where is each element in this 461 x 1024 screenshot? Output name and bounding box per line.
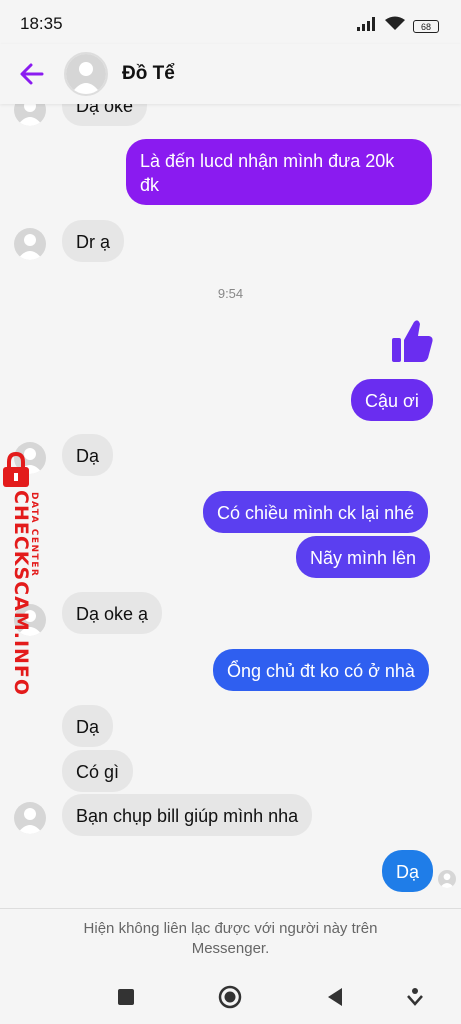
incoming-message[interactable]: Dr ạ bbox=[62, 220, 125, 262]
outgoing-message[interactable]: Cậu ơi bbox=[351, 379, 433, 421]
gesture-hint-icon[interactable] bbox=[402, 984, 428, 1010]
back-icon[interactable] bbox=[322, 984, 348, 1010]
message-text-line: Là đến lucd nhận mình đưa 20k bbox=[140, 151, 395, 171]
sender-avatar bbox=[14, 104, 46, 126]
chat-header: Đồ Tể bbox=[0, 44, 461, 104]
contact-avatar[interactable] bbox=[64, 52, 108, 96]
sender-avatar bbox=[14, 802, 46, 834]
status-icons: 68 bbox=[357, 16, 439, 36]
incoming-message[interactable]: Có gì bbox=[62, 750, 134, 792]
outgoing-message[interactable]: Là đến lucd nhận mình đưa 20k đk bbox=[126, 139, 432, 205]
back-arrow-icon[interactable] bbox=[18, 60, 46, 88]
thumbs-up-icon[interactable] bbox=[390, 318, 434, 369]
incoming-message[interactable]: Dạ bbox=[62, 434, 114, 476]
incoming-message[interactable]: Dạ bbox=[62, 705, 114, 747]
battery-icon: 68 bbox=[413, 19, 439, 33]
message-text: Dạ oke ạ bbox=[76, 604, 149, 624]
message-text-line: đk bbox=[140, 175, 160, 195]
outgoing-message[interactable]: Dạ bbox=[382, 850, 434, 892]
sender-avatar bbox=[14, 228, 46, 260]
message-text: Ổng chủ đt ko có ở nhà bbox=[227, 661, 415, 681]
message-text: Dạ oke bbox=[76, 104, 134, 116]
incoming-message[interactable]: Bạn chụp bill giúp mình nha bbox=[62, 794, 313, 836]
message-text: Dạ bbox=[76, 717, 100, 737]
wifi-icon bbox=[385, 16, 405, 36]
message-text: Dr ạ bbox=[76, 232, 111, 252]
status-bar: 18:35 68 bbox=[0, 0, 461, 44]
incoming-message[interactable]: Dạ oke bbox=[62, 104, 148, 126]
message-text: Có chiều mình ck lại nhé bbox=[217, 503, 415, 523]
incoming-message[interactable]: Dạ oke ạ bbox=[62, 592, 163, 634]
message-timestamp: 9:54 bbox=[217, 286, 244, 301]
lock-icon bbox=[2, 451, 30, 493]
recent-apps-icon[interactable] bbox=[113, 984, 139, 1010]
unavailable-notice: Hiện không liên lạc được với người này t… bbox=[0, 908, 461, 971]
message-text: Dạ bbox=[76, 446, 100, 466]
system-nav-bar bbox=[0, 970, 461, 1024]
outgoing-message[interactable]: Nãy mình lên bbox=[296, 536, 431, 578]
message-text: Nãy mình lên bbox=[310, 548, 417, 568]
message-list[interactable]: Dạ oke Là đến lucd nhận mình đưa 20k đk … bbox=[0, 104, 461, 908]
status-time: 18:35 bbox=[20, 14, 63, 33]
message-text: Bạn chụp bill giúp mình nha bbox=[76, 806, 299, 826]
notice-text: Hiện không liên lạc được với người này t… bbox=[83, 920, 378, 957]
message-text: Có gì bbox=[76, 762, 120, 782]
outgoing-message[interactable]: Có chiều mình ck lại nhé bbox=[203, 491, 429, 533]
outgoing-message[interactable]: Ổng chủ đt ko có ở nhà bbox=[213, 649, 429, 691]
watermark-sub: DATA CENTER bbox=[29, 492, 39, 578]
contact-name[interactable]: Đồ Tể bbox=[122, 63, 175, 85]
message-text: Dạ bbox=[396, 862, 420, 882]
message-text: Cậu ơi bbox=[365, 391, 419, 411]
home-icon[interactable] bbox=[217, 984, 243, 1010]
seen-receipt-avatar bbox=[438, 870, 456, 888]
checkscam-watermark: CHECKSCAM.INFO DATA CENTER bbox=[2, 451, 42, 696]
signal-icon bbox=[357, 16, 377, 36]
